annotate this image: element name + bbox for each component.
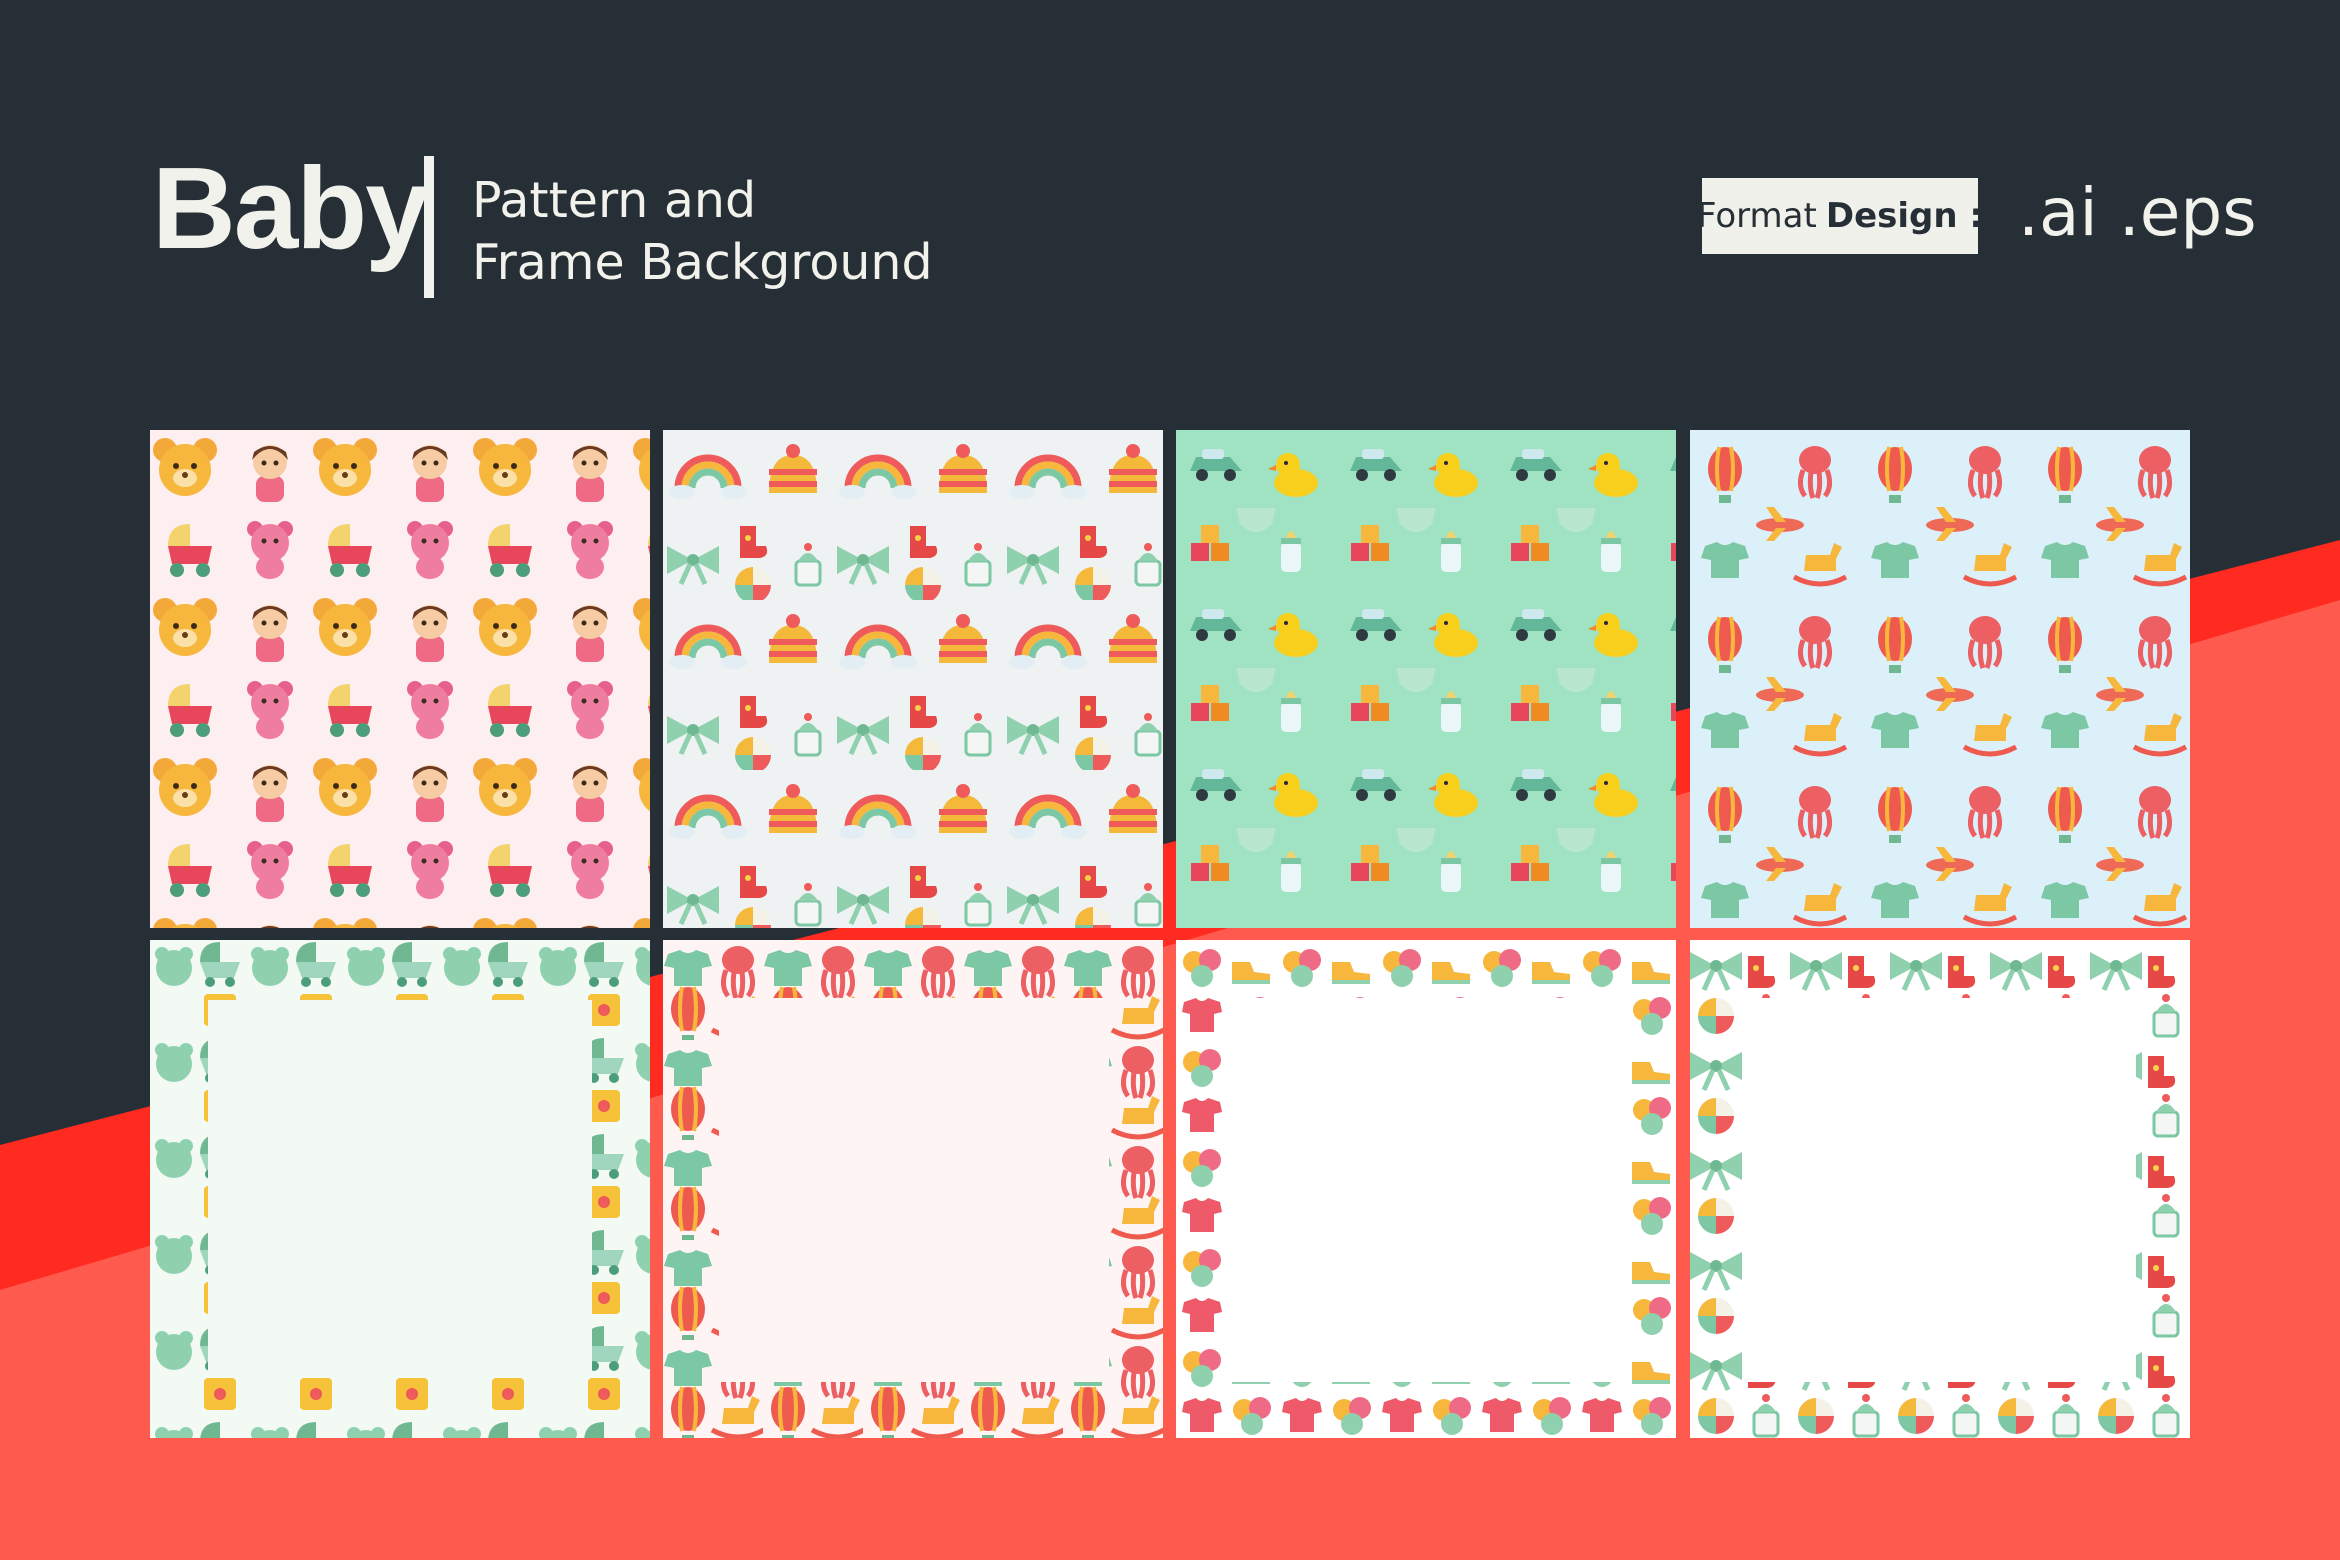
frame-tile-stroller [150,940,650,1438]
file-formats: .ai .eps [2018,174,2257,251]
pattern-tile-balloons [1690,430,2190,928]
subtitle-line-2: Frame Background [472,234,933,291]
pattern-tile-toys [1176,430,1676,928]
subtitle: Pattern and Frame Background [472,170,933,294]
frame-tile-octopus [663,940,1163,1438]
subtitle-line-1: Pattern and [472,172,757,229]
format-label: Format [1697,196,1817,236]
frame-tile-shoes [1176,940,1676,1438]
title-divider [424,156,434,298]
frame-tile-bows [1690,940,2190,1438]
format-design-badge: Format Design : [1697,178,1983,254]
pattern-tile-teddy [150,430,650,928]
pattern-tile-rainbow [663,430,1163,928]
format-design-label: Design : [1825,196,1983,236]
page-title: Baby [152,143,430,273]
